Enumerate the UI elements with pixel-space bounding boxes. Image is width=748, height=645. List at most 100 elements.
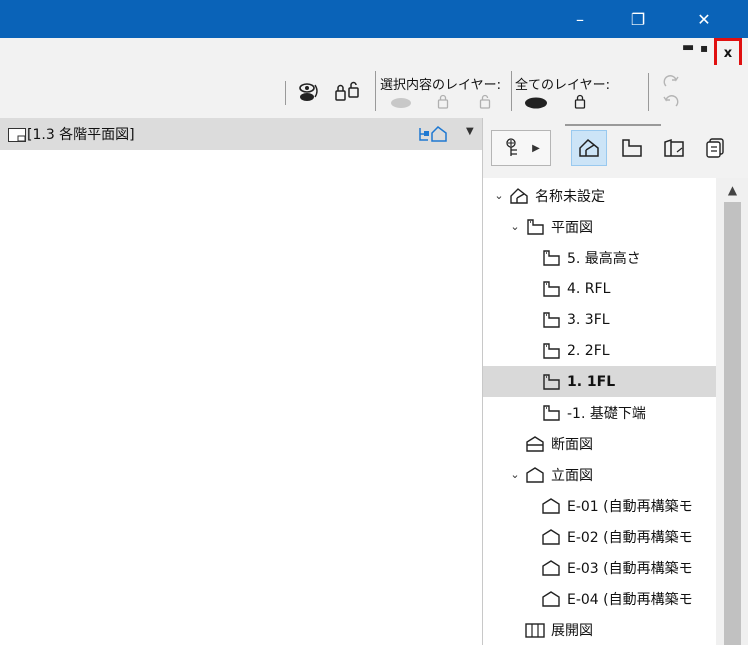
tree-item-label: 2. 2FL (567, 342, 610, 359)
lock-unlock-layer-icon[interactable] (333, 79, 363, 109)
tree-item-elevation[interactable]: E-01 (自動再構築モ (483, 490, 716, 521)
project-tree: ⌄ 名称未設定 ⌄ 平面図 5. 最高高さ 4. RFL 3. 3FL 2. 2… (483, 178, 716, 645)
navigator-mode-icon (506, 138, 518, 156)
drawing-area[interactable]: [1.3 各階平面図] ▼ (0, 118, 482, 645)
tree-item-label: 立面図 (551, 467, 593, 484)
tree-item-elevations[interactable]: ⌄ 立面図 (483, 459, 716, 490)
tree-item-elevation[interactable]: E-03 (自動再構築モ (483, 552, 716, 583)
view-tab-bar: [1.3 各階平面図] ▼ (0, 118, 482, 150)
tree-item-label: E-02 (自動再構築モ (567, 529, 693, 546)
eye-icon (391, 98, 411, 108)
elevation-icon (523, 464, 547, 486)
tree-item-project-root[interactable]: ⌄ 名称未設定 (483, 180, 716, 211)
layout-book-icon (664, 138, 684, 157)
show-hide-layer-icon[interactable] (295, 79, 321, 109)
tree-item-label: 名称未設定 (535, 188, 605, 205)
all-lock-icon[interactable] (574, 94, 586, 113)
unlock-icon (479, 94, 491, 109)
selected-layer-label: 選択内容のレイヤー: (380, 78, 501, 93)
doc-restore-button[interactable]: ▪ (700, 41, 708, 55)
tree-item-elevation[interactable]: E-04 (自動再構築モ (483, 583, 716, 614)
eye-swap-icon (299, 83, 318, 101)
tree-item-interior-elevations[interactable]: 展開図 (483, 614, 716, 645)
doc-minimize-button[interactable]: ▬ (682, 40, 694, 55)
selected-unlock-icon[interactable] (479, 94, 493, 113)
toolbar-separator (648, 73, 649, 111)
navigator-tree-icon[interactable] (418, 125, 458, 147)
tree-item-story[interactable]: 3. 3FL (483, 304, 716, 335)
selected-lock-icon[interactable] (437, 94, 449, 113)
lock-swap-icon (335, 81, 359, 101)
elevation-icon (539, 557, 563, 579)
chevron-down-icon[interactable]: ⌄ (507, 220, 523, 233)
story-icon (539, 309, 563, 331)
window-close-button[interactable]: ✕ (680, 0, 728, 38)
tree-item-floor-plans[interactable]: ⌄ 平面図 (483, 211, 716, 242)
elevation-icon (539, 588, 563, 610)
lock-icon (437, 94, 449, 109)
scroll-up-icon[interactable]: ▲ (716, 178, 748, 202)
tree-item-story[interactable]: -1. 基礎下端 (483, 397, 716, 428)
tree-item-story-selected[interactable]: 1. 1FL (483, 366, 716, 397)
window-minimize-button[interactable]: – (556, 0, 604, 38)
tree-item-label: 3. 3FL (567, 311, 610, 328)
document-controls-bar: ▬ ▪ (0, 38, 748, 65)
chevron-right-icon: ▶ (532, 142, 540, 154)
toolbar: 選択内容のレイヤー: 全てのレイヤー: (0, 65, 748, 118)
view-map-icon (622, 139, 642, 157)
floorplan-icon (523, 216, 547, 238)
tree-item-label: -1. 基礎下端 (567, 405, 646, 422)
tree-item-story[interactable]: 4. RFL (483, 273, 716, 304)
selected-eye-icon[interactable] (390, 95, 412, 114)
tree-item-elevation[interactable]: E-02 (自動再構築モ (483, 521, 716, 552)
story-icon (539, 371, 563, 393)
tree-item-label: 5. 最高高さ (567, 250, 641, 267)
publisher-sets-tab[interactable] (697, 130, 733, 166)
window-restore-button[interactable]: ❐ (614, 0, 662, 38)
all-layers-label: 全てのレイヤー: (515, 78, 610, 93)
tree-item-story[interactable]: 5. 最高高さ (483, 242, 716, 273)
doc-close-button[interactable]: x (714, 38, 742, 68)
tree-item-label: 展開図 (551, 622, 593, 639)
navigator-panel: ▶ ⌄ 名称未設定 ⌄ 平面図 5. 最高高さ 4. RFL 3. 3FL 2.… (482, 118, 748, 645)
toolbar-separator (511, 71, 512, 111)
window-titlebar: – ❐ ✕ (0, 0, 748, 38)
elevation-icon (539, 526, 563, 548)
tree-item-label: E-04 (自動再構築モ (567, 591, 693, 608)
floorplan-window-icon (8, 127, 26, 146)
tree-item-sections[interactable]: 断面図 (483, 428, 716, 459)
all-eye-icon[interactable] (524, 95, 548, 114)
toolbar-separator (375, 71, 376, 111)
view-tab-title[interactable]: [1.3 各階平面図] (27, 124, 135, 144)
tree-item-story[interactable]: 2. 2FL (483, 335, 716, 366)
chevron-down-icon[interactable]: ⌄ (507, 468, 523, 481)
project-map-icon (579, 138, 599, 157)
project-map-tab[interactable] (571, 130, 607, 166)
scroll-thumb[interactable] (724, 202, 741, 645)
navigator-divider (565, 124, 661, 126)
tree-item-label: 平面図 (551, 219, 593, 236)
elevation-icon (539, 495, 563, 517)
tab-dropdown-icon[interactable]: ▼ (466, 126, 474, 137)
interior-elevation-icon (523, 619, 547, 641)
navigator-mode-button[interactable]: ▶ (491, 130, 551, 166)
tree-item-label: 断面図 (551, 436, 593, 453)
tree-item-label: E-03 (自動再構築モ (567, 560, 693, 577)
section-icon (523, 433, 547, 455)
chevron-down-icon[interactable]: ⌄ (491, 189, 507, 202)
tree-item-label: E-01 (自動再構築モ (567, 498, 693, 515)
story-icon (539, 340, 563, 362)
eye-icon (525, 97, 547, 109)
redo-icon[interactable] (662, 74, 680, 94)
layout-book-tab[interactable] (656, 130, 692, 166)
publisher-sets-icon (706, 138, 724, 158)
story-icon (539, 247, 563, 269)
undo-icon[interactable] (662, 94, 680, 114)
tree-item-label: 1. 1FL (567, 373, 616, 390)
lock-icon (574, 94, 586, 109)
tree-scrollbar[interactable]: ▲ (716, 178, 748, 645)
navigator-toolbar: ▶ (483, 118, 748, 178)
toolbar-separator (285, 81, 286, 105)
story-icon (539, 402, 563, 424)
view-map-tab[interactable] (614, 130, 650, 166)
